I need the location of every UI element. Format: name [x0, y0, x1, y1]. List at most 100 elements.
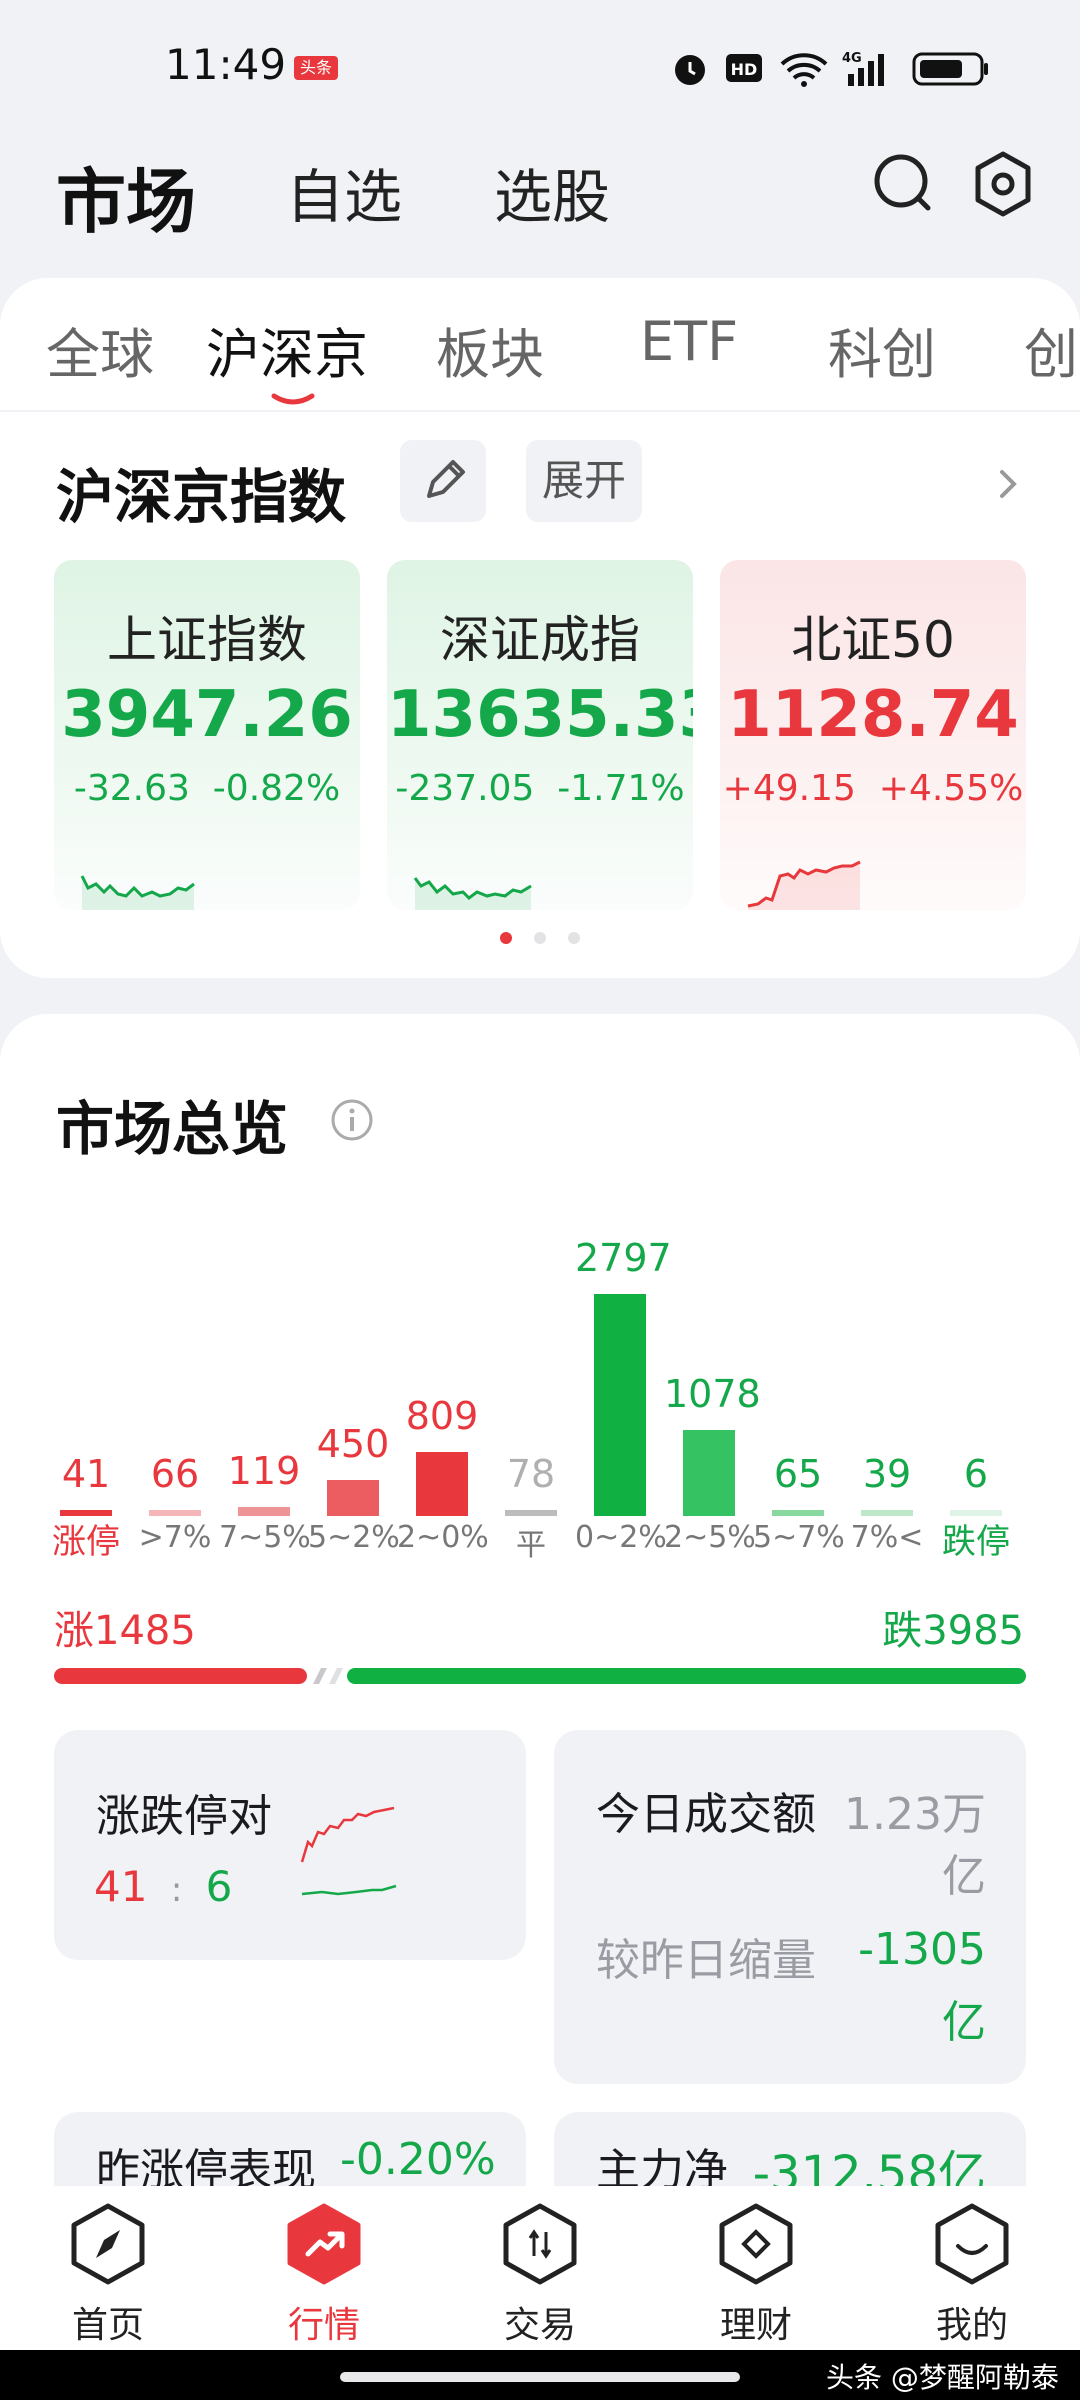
status-time: 11:49 [165, 40, 287, 89]
tab-underline [271, 393, 315, 405]
bar-value: 78 [506, 1452, 556, 1496]
tab-star-market[interactable]: 科创 [828, 310, 936, 389]
page-title: 市场 [56, 161, 196, 243]
bar-9 [861, 1510, 913, 1516]
index-price: 1128.74 [727, 678, 1019, 752]
index-change: +49.15 [722, 768, 856, 809]
info-icon[interactable] [330, 1098, 374, 1142]
nav-trade[interactable]: 交易 [480, 2198, 600, 2346]
bar-value: 6 [963, 1452, 989, 1496]
hd-icon: HD [726, 54, 762, 82]
nav-label: 理财 [719, 2305, 792, 2346]
edit-button[interactable] [400, 440, 486, 522]
nav-label: 行情 [287, 2305, 360, 2346]
index-name: 深证成指 [440, 611, 640, 669]
section-title: 市场总览 [56, 1095, 289, 1163]
bar-category: 0~2% [575, 1520, 667, 1555]
settings-icon[interactable] [972, 150, 1034, 218]
divider [0, 410, 1080, 412]
index-card-shanghai[interactable]: 上证指数 3947.26 -32.63 -0.82% [54, 560, 360, 910]
bar-category: 平 [516, 1528, 546, 1563]
trade-icon [503, 2203, 577, 2285]
index-card-shenzhen[interactable]: 深证成指 13635.33 -237.05 -1.71% [387, 560, 693, 910]
bar-category: 2~0% [397, 1520, 489, 1555]
smile-icon [935, 2203, 1009, 2285]
tab-sectors[interactable]: 板块 [436, 310, 544, 389]
nav-market[interactable]: 行情 [264, 2198, 384, 2346]
bar-value: 41 [61, 1452, 111, 1496]
bar-3 [327, 1480, 379, 1516]
ratio-divider [329, 1668, 343, 1684]
bar-category: >7% [138, 1520, 212, 1555]
signal-icon: 4G [842, 51, 884, 86]
bar-category: 7%< [850, 1520, 924, 1555]
tab-watchlist[interactable]: 自选 [286, 150, 402, 234]
index-percent: -0.82% [212, 768, 341, 809]
trend-icon [287, 2203, 361, 2285]
ratio-divider [313, 1668, 327, 1684]
index-name: 上证指数 [107, 611, 307, 669]
bar-5 [505, 1510, 557, 1516]
index-percent: -1.71% [557, 768, 685, 809]
index-change: -32.63 [73, 768, 190, 809]
rise-portion [54, 1668, 307, 1684]
volume-change-unit: 亿 [942, 1997, 986, 2048]
bar-6 [594, 1294, 646, 1516]
bar-category: 跌停 [942, 1522, 1010, 1562]
bar-category: 7~5% [219, 1520, 311, 1555]
limit-down-count: 6 [205, 1862, 233, 1911]
index-card-bse50[interactable]: 北证50 1128.74 +49.15 +4.55% [720, 560, 1026, 910]
volume-change-label: 较昨日缩量 [596, 1935, 816, 1986]
nav-home[interactable]: 首页 [48, 2198, 168, 2346]
page-indicator [534, 932, 546, 944]
fall-portion [347, 1668, 1026, 1684]
bar-1 [149, 1510, 201, 1516]
prev-limit-value: -0.20% [340, 2134, 496, 2185]
volume-change-value: -1305 [858, 1924, 986, 1975]
tab-stock-picker[interactable]: 选股 [494, 150, 610, 234]
bar-value: 65 [773, 1452, 823, 1496]
fall-total: 跌3985 [882, 1608, 1024, 1654]
bar-value: 66 [150, 1452, 200, 1496]
section-title: 沪深京指数 [56, 463, 347, 531]
turnover-unit: 亿 [942, 1851, 986, 1902]
sparkline [413, 877, 532, 910]
tab-chinext[interactable]: 创 [1024, 310, 1078, 389]
compass-icon [71, 2203, 145, 2285]
nav-profile[interactable]: 我的 [912, 2198, 1032, 2346]
page-indicator [568, 932, 580, 944]
bar-value: 2797 [575, 1236, 672, 1280]
tab-global[interactable]: 全球 [46, 310, 154, 389]
alarm-icon [675, 55, 705, 85]
index-change: -237.05 [395, 768, 535, 809]
turnover-value: 1.23万 [844, 1789, 986, 1840]
chevron-right-icon[interactable] [994, 464, 1024, 504]
tab-hushenjing[interactable]: 沪深京 [206, 310, 368, 389]
wealth-icon [719, 2203, 793, 2285]
expand-button[interactable]: 展开 [526, 440, 642, 522]
index-price: 13635.33 [387, 678, 693, 752]
turnover-label: 今日成交额 [596, 1789, 816, 1840]
limit-trend-chart [300, 1806, 397, 1896]
rise-total: 涨1485 [54, 1608, 196, 1654]
limit-pair-title: 涨跌停对 [96, 1791, 272, 1842]
pencil-icon [427, 460, 465, 498]
bar-value: 1078 [664, 1372, 761, 1416]
svg-text:HD: HD [731, 60, 758, 79]
bar-category: 2~5% [664, 1520, 756, 1555]
tab-etf[interactable]: ETF [640, 310, 738, 373]
bar-8 [772, 1510, 824, 1516]
bar-category: 5~2% [308, 1520, 400, 1555]
nav-wealth[interactable]: 理财 [696, 2198, 816, 2346]
nav-label: 我的 [935, 2305, 1008, 2346]
nav-label: 首页 [71, 2305, 144, 2346]
bar-value: 450 [316, 1422, 390, 1466]
search-icon[interactable] [872, 152, 934, 214]
index-name: 北证50 [791, 611, 955, 669]
turnover-card[interactable]: 今日成交额 1.23万 亿 较昨日缩量 -1305 亿 [554, 1730, 1026, 2084]
limit-pair-card[interactable]: 涨跌停对 41 : 6 [54, 1730, 526, 1960]
bar-value: 39 [862, 1452, 912, 1496]
news-badge: 头条 [294, 56, 338, 80]
index-price: 3947.26 [61, 678, 353, 752]
home-indicator[interactable] [340, 2372, 740, 2382]
